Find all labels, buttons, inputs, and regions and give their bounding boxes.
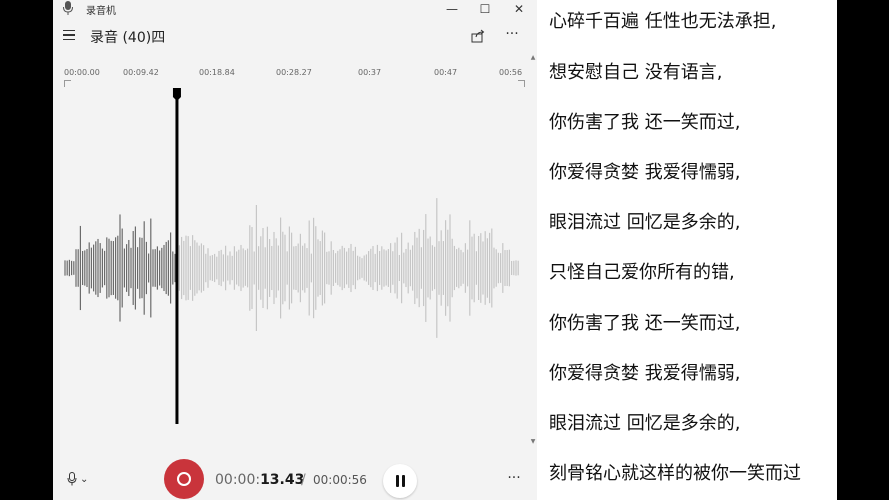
timeline-label: 00:18.84 xyxy=(199,68,235,77)
lyrics-panel: 心碎千百遍 任性也无法承担, 想安慰自己 没有语言, 你伤害了我 还一笑而过, … xyxy=(537,0,837,500)
microphone-select-button[interactable]: ⌄ xyxy=(67,470,97,488)
range-corner-left xyxy=(64,80,71,87)
lyric-line: 眼泪流过 回忆是多余的, xyxy=(549,212,741,233)
timeline-label: 00:09.42 xyxy=(123,68,159,77)
microphone-app-icon xyxy=(63,1,73,15)
lyric-line: 你伤害了我 还一笑而过, xyxy=(549,313,741,334)
current-time-prefix: 00:00: xyxy=(215,472,261,488)
toolbar: 录音 (40)四 ··· xyxy=(53,24,537,50)
range-corner-right xyxy=(518,80,525,87)
microphone-icon xyxy=(67,472,77,486)
record-icon xyxy=(177,472,191,486)
lyric-line: 眼泪流过 回忆是多余的, xyxy=(549,413,741,434)
current-time-seconds: 13.43 xyxy=(260,472,305,488)
lyric-line: 只怪自己爱你所有的错, xyxy=(549,262,735,283)
lyric-line: 你爱得贪婪 我爱得懦弱, xyxy=(549,363,741,384)
record-button[interactable] xyxy=(164,459,204,499)
close-button[interactable]: ✕ xyxy=(502,0,536,18)
timeline-label: 00:28.27 xyxy=(276,68,312,77)
scroll-up-arrow-icon[interactable]: ▲ xyxy=(529,54,537,62)
title-bar: 录音机 — ☐ ✕ xyxy=(53,0,537,18)
more-playback-options-button[interactable]: ··· xyxy=(505,470,523,486)
waveform[interactable] xyxy=(53,88,529,448)
current-time: 00:00:13.43 xyxy=(215,472,304,488)
playback-bar: ⌄ 00:00:13.43 / 00:00:56 ··· xyxy=(53,450,537,500)
playhead-handle-icon[interactable] xyxy=(172,88,181,101)
app-title: 录音机 xyxy=(86,6,116,17)
lyric-line: 刻骨铭心就这样的被你一笑而过 xyxy=(549,463,801,484)
timeline-label: 00:37 xyxy=(358,68,382,77)
chevron-down-icon: ⌄ xyxy=(80,473,89,485)
lyric-line: 心碎千百遍 任性也无法承担, xyxy=(549,11,777,32)
scroll-down-arrow-icon[interactable]: ▼ xyxy=(529,438,537,446)
timeline-label: 00:56 xyxy=(499,68,523,77)
pause-icon-bar xyxy=(401,475,405,487)
hamburger-icon[interactable] xyxy=(63,30,75,41)
minimize-button[interactable]: — xyxy=(435,0,469,18)
timeline-label: 00:47 xyxy=(434,68,458,77)
time-separator: / xyxy=(301,472,306,488)
scrollbar[interactable]: ▲ ▼ xyxy=(529,50,537,450)
share-icon[interactable] xyxy=(469,27,487,45)
lyric-line: 想安慰自己 没有语言, xyxy=(549,62,723,83)
maximize-button[interactable]: ☐ xyxy=(468,0,502,18)
pause-icon xyxy=(395,475,399,487)
lyric-line: 你爱得贪婪 我爱得懦弱, xyxy=(549,162,741,183)
pause-button[interactable] xyxy=(383,464,417,498)
timeline-label: 00:00.00 xyxy=(64,68,100,77)
total-duration: 00:00:56 xyxy=(313,473,367,487)
voice-recorder-window: 录音机 — ☐ ✕ 录音 (40)四 ··· 00:00.00 00:09.42… xyxy=(53,0,537,500)
lyric-line: 你伤害了我 还一笑而过, xyxy=(549,112,741,133)
recording-title: 录音 (40)四 xyxy=(90,30,166,46)
more-options-button[interactable]: ··· xyxy=(503,26,521,44)
timeline-ruler[interactable]: 00:00.00 00:09.42 00:18.84 00:28.27 00:3… xyxy=(53,64,537,90)
